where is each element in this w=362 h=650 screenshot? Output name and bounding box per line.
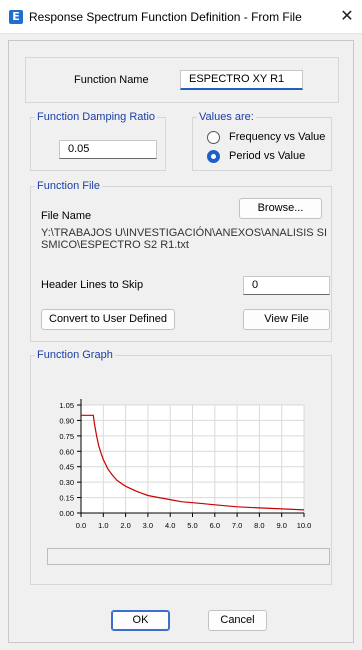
x-tick-label: 4.0 <box>165 521 175 530</box>
x-tick-label: 10.0 <box>297 521 312 530</box>
browse-button[interactable]: Browse... <box>239 198 322 219</box>
x-tick-label: 2.0 <box>120 521 130 530</box>
y-tick-label: 0.00 <box>59 509 74 518</box>
dialog-body: Function Name ESPECTRO XY R1 Function Da… <box>8 40 354 643</box>
x-tick-label: 9.0 <box>276 521 286 530</box>
file-path-text: Y:\TRABAJOS U\INVESTIGACIÓN\ANEXOS\ANALI… <box>41 227 328 251</box>
header-lines-label: Header Lines to Skip <box>41 279 144 291</box>
convert-to-user-defined-button[interactable]: Convert to User Defined <box>41 309 175 330</box>
damping-ratio-input[interactable]: 0.05 <box>59 140 157 159</box>
function-name-label: Function Name <box>74 74 149 86</box>
view-file-button[interactable]: View File <box>243 309 330 330</box>
x-tick-label: 5.0 <box>187 521 197 530</box>
function-file-group: Function File Browse... File Name Y:\TRA… <box>30 180 332 342</box>
period-radio-label[interactable]: Period vs Value <box>229 150 305 162</box>
y-tick-label: 1.05 <box>59 401 74 410</box>
y-tick-label: 0.90 <box>59 416 74 425</box>
graph-status-bar <box>47 548 330 565</box>
period-radio[interactable] <box>207 150 220 163</box>
cancel-button[interactable]: Cancel <box>208 610 267 631</box>
values-are-title: Values are: <box>197 111 256 123</box>
function-name-input[interactable]: ESPECTRO XY R1 <box>180 70 303 90</box>
window-title: Response Spectrum Function Definition - … <box>29 10 302 24</box>
file-name-label: File Name <box>41 210 92 222</box>
title-bar: E Response Spectrum Function Definition … <box>0 0 362 34</box>
ok-button[interactable]: OK <box>111 610 170 631</box>
function-graph-chart: 0.0 1.0 2.0 3.0 4.0 5.0 6.0 7.0 8.0 9.0 10.0 0.00 0.… <box>59 399 312 530</box>
x-tick-label: 3.0 <box>143 521 153 530</box>
x-tick-label: 7.0 <box>232 521 242 530</box>
damping-group: Function Damping Ratio 0.05 <box>30 111 166 171</box>
x-tick-label: 6.0 <box>210 521 220 530</box>
x-tick-label: 0.0 <box>76 521 86 530</box>
header-lines-input[interactable]: 0 <box>243 276 330 295</box>
y-tick-label: 0.75 <box>59 432 74 441</box>
y-tick-label: 0.15 <box>59 494 74 503</box>
y-tick-label: 0.30 <box>59 478 74 487</box>
function-graph-group: Function Graph 0.0 1.0 2.0 3.0 4.0 5.0 6.0 7.0 8… <box>30 349 332 585</box>
y-tick-label: 0.60 <box>59 447 74 456</box>
function-file-title: Function File <box>35 180 102 192</box>
function-graph-title: Function Graph <box>35 349 115 361</box>
x-tick-label: 8.0 <box>254 521 264 530</box>
x-tick-label: 1.0 <box>98 521 108 530</box>
y-tick-label: 0.45 <box>59 463 74 472</box>
function-name-box: Function Name ESPECTRO XY R1 <box>25 57 339 103</box>
values-are-group: Values are: Frequency vs Value Period vs… <box>192 111 332 171</box>
damping-group-title: Function Damping Ratio <box>35 111 158 123</box>
frequency-radio-label[interactable]: Frequency vs Value <box>229 131 325 143</box>
close-icon[interactable]: ✕ <box>332 0 362 34</box>
frequency-radio[interactable] <box>207 131 220 144</box>
etabs-app-icon: E <box>9 10 23 24</box>
